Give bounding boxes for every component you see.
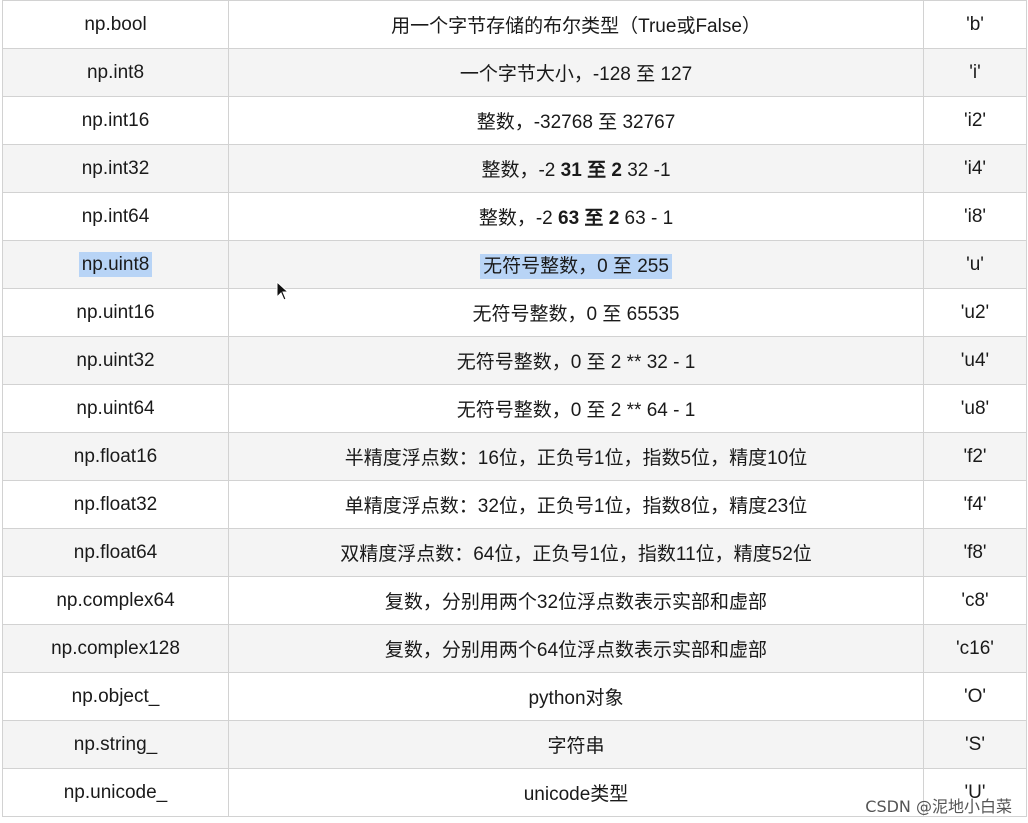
dtype-code: 'f2': [923, 432, 1027, 481]
dtype-description: 复数，分别用两个32位浮点数表示实部和虚部: [228, 576, 924, 625]
dtype-code: 'f4': [923, 480, 1027, 529]
dtype-table: np.bool 用一个字节存储的布尔类型（True或False） 'b' np.…: [2, 0, 1027, 817]
table-row: np.uint64 无符号整数，0 至 2 ** 64 - 1 'u8': [2, 384, 1027, 433]
table-row: np.complex128 复数，分别用两个64位浮点数表示实部和虚部 'c16…: [2, 624, 1027, 673]
dtype-code: 'f8': [923, 528, 1027, 577]
dtype-code: 'b': [923, 0, 1027, 49]
table-row: np.float32 单精度浮点数：32位，正负号1位，指数8位，精度23位 '…: [2, 480, 1027, 529]
table-row: np.int64 整数，-2 63 至 2 63 - 1 'i8': [2, 192, 1027, 241]
dtype-name: np.uint64: [2, 384, 229, 433]
dtype-description: 整数，-2 63 至 2 63 - 1: [228, 192, 924, 241]
dtype-description: 一个字节大小，-128 至 127: [228, 48, 924, 97]
watermark: CSDN @泥地小白菜: [865, 797, 1012, 816]
dtype-name: np.float16: [2, 432, 229, 481]
table-row: np.float64 双精度浮点数：64位，正负号1位，指数11位，精度52位 …: [2, 528, 1027, 577]
dtype-description: python对象: [228, 672, 924, 721]
dtype-code: 'S': [923, 720, 1027, 769]
table-row: np.uint16 无符号整数，0 至 65535 'u2': [2, 288, 1027, 337]
dtype-description: 单精度浮点数：32位，正负号1位，指数8位，精度23位: [228, 480, 924, 529]
dtype-code: 'u4': [923, 336, 1027, 385]
selected-text[interactable]: np.uint8: [78, 251, 153, 277]
table-row: np.float16 半精度浮点数：16位，正负号1位，指数5位，精度10位 '…: [2, 432, 1027, 481]
dtype-code: 'u': [923, 240, 1027, 289]
table-row: np.bool 用一个字节存储的布尔类型（True或False） 'b': [2, 0, 1027, 49]
dtype-name: np.uint16: [2, 288, 229, 337]
table-row: np.uint8 无符号整数，0 至 255 'u': [2, 240, 1027, 289]
dtype-name: np.int32: [2, 144, 229, 193]
dtype-description: 复数，分别用两个64位浮点数表示实部和虚部: [228, 624, 924, 673]
dtype-description: 无符号整数，0 至 2 ** 32 - 1: [228, 336, 924, 385]
dtype-code: 'c8': [923, 576, 1027, 625]
dtype-name: np.int16: [2, 96, 229, 145]
dtype-description: 无符号整数，0 至 2 ** 64 - 1: [228, 384, 924, 433]
dtype-name: np.float32: [2, 480, 229, 529]
table-row: np.string_ 字符串 'S': [2, 720, 1027, 769]
dtype-code: 'c16': [923, 624, 1027, 673]
table-row: np.int8 一个字节大小，-128 至 127 'i': [2, 48, 1027, 97]
dtype-code: 'O': [923, 672, 1027, 721]
table-row: np.int16 整数，-32768 至 32767 'i2': [2, 96, 1027, 145]
dtype-name: np.complex64: [2, 576, 229, 625]
dtype-name: np.int64: [2, 192, 229, 241]
desc-bold-part: 31 至 2: [560, 160, 622, 181]
dtype-code: 'u2': [923, 288, 1027, 337]
dtype-name: np.uint8: [2, 240, 229, 289]
desc-part: 32 -1: [621, 160, 671, 181]
dtype-name: np.complex128: [2, 624, 229, 673]
table-row: np.int32 整数，-2 31 至 2 32 -1 'i4': [2, 144, 1027, 193]
table-row: np.uint32 无符号整数，0 至 2 ** 32 - 1 'u4': [2, 336, 1027, 385]
dtype-code: 'i4': [923, 144, 1027, 193]
dtype-description: 无符号整数，0 至 65535: [228, 288, 924, 337]
desc-part: 整数，-2: [481, 160, 561, 181]
dtype-code: 'i': [923, 48, 1027, 97]
dtype-code: 'i8': [923, 192, 1027, 241]
dtype-description: 无符号整数，0 至 255: [228, 240, 924, 289]
dtype-name: np.float64: [2, 528, 229, 577]
dtype-name: np.unicode_: [2, 768, 229, 817]
dtype-name: np.string_: [2, 720, 229, 769]
dtype-name: np.object_: [2, 672, 229, 721]
arrow-cursor-icon: [276, 281, 290, 301]
dtype-description: 半精度浮点数：16位，正负号1位，指数5位，精度10位: [228, 432, 924, 481]
dtype-description: 整数，-2 31 至 2 32 -1: [228, 144, 924, 193]
dtype-description: 用一个字节存储的布尔类型（True或False）: [228, 0, 924, 49]
dtype-description: 字符串: [228, 720, 924, 769]
dtype-code: 'u8': [923, 384, 1027, 433]
dtype-code: 'i2': [923, 96, 1027, 145]
desc-part: 整数，-2: [478, 208, 559, 229]
table-row: np.object_ python对象 'O': [2, 672, 1027, 721]
selected-text[interactable]: 无符号整数，0 至 255: [480, 254, 672, 279]
desc-part: 63 - 1: [619, 208, 674, 229]
dtype-description: 双精度浮点数：64位，正负号1位，指数11位，精度52位: [228, 528, 924, 577]
dtype-name: np.int8: [2, 48, 229, 97]
dtype-description: 整数，-32768 至 32767: [228, 96, 924, 145]
table-row: np.complex64 复数，分别用两个32位浮点数表示实部和虚部 'c8': [2, 576, 1027, 625]
desc-bold-part: 63 至 2: [558, 208, 620, 229]
dtype-description: unicode类型: [228, 768, 924, 817]
dtype-name: np.bool: [2, 0, 229, 49]
dtype-name: np.uint32: [2, 336, 229, 385]
